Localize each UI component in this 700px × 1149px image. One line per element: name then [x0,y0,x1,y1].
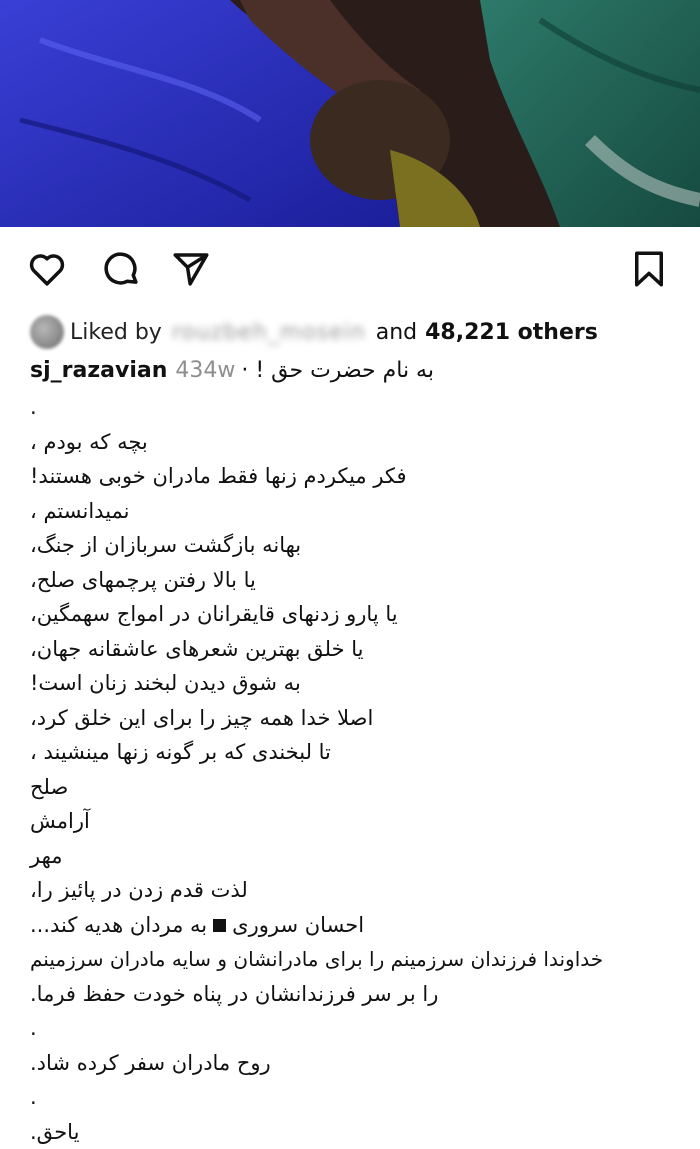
author-name: احسان سروری [232,913,364,937]
caption-line: روح مادران سفر کرده شاد. [30,1046,690,1081]
caption-line: مهر [30,839,690,874]
caption-line: بچه که بودم ، [30,425,690,460]
caption-line: . [30,1011,690,1046]
liker-username[interactable]: rouzbeh_mosein [172,320,366,345]
caption-line: صلح [30,770,690,805]
square-icon [213,919,226,932]
likes-count[interactable]: 48,221 others [425,320,598,345]
caption-line: اصلا خدا همه چیز را برای این خلق کرد، [30,701,690,736]
caption-body: . بچه که بودم ، فکر میکردم زنها فقط مادر… [30,390,690,1149]
caption-header: sj_razavian 434w به نام حضرت حق ! · [30,352,690,388]
caption-line: به مردان هدیه کند... [30,913,207,937]
liked-by-label: Liked by [70,320,162,345]
caption-line: بهانه بازگشت سربازان از جنگ، [30,528,690,563]
bookmark-icon[interactable] [628,248,670,294]
caption-line: یا خلق بهترین شعرهای عاشقانه جهان، [30,632,690,667]
post-action-bar [0,240,700,300]
liked-and-label: and [376,320,417,345]
caption-line: خداوندا فرزندان سرزمینم را برای مادرانشا… [30,942,690,977]
caption-line: فکر میکردم زنها فقط مادران خوبی هستند! [30,459,690,494]
caption-line: لذت قدم زدن در پائیز را، [30,873,690,908]
caption-line: آرامش [30,804,690,839]
caption-line: را بر سر فرزندانشان در پناه خودت حفظ فرم… [30,977,690,1012]
caption-line: نمیدانستم ، [30,494,690,529]
heart-icon[interactable] [26,248,68,294]
caption-line: یا بالا رفتن پرچمهای صلح، [30,563,690,598]
caption-username[interactable]: sj_razavian [30,358,167,383]
photo-image [0,0,700,227]
caption-first-line: به نام حضرت حق ! · [241,358,434,383]
post-photo[interactable] [0,0,700,227]
caption-line: یاحق. [30,1115,690,1149]
caption-author-line: احسان سروری به مردان هدیه کند... [30,908,690,943]
caption-line: یا پارو زدنهای قایقرانان در امواج سهمگین… [30,597,690,632]
caption-line: به شوق دیدن لبخند زنان است! [30,666,690,701]
caption-line: . [30,390,690,425]
liker-avatar[interactable] [30,315,64,349]
paper-plane-icon[interactable] [170,248,212,294]
comment-icon[interactable] [100,248,142,294]
post-age: 434w [175,358,235,383]
caption-line: . [30,1080,690,1115]
likes-summary[interactable]: Liked by rouzbeh_mosein and 48,221 other… [30,313,690,351]
caption-line: تا لبخندی که بر گونه زنها مینشیند ، [30,735,690,770]
